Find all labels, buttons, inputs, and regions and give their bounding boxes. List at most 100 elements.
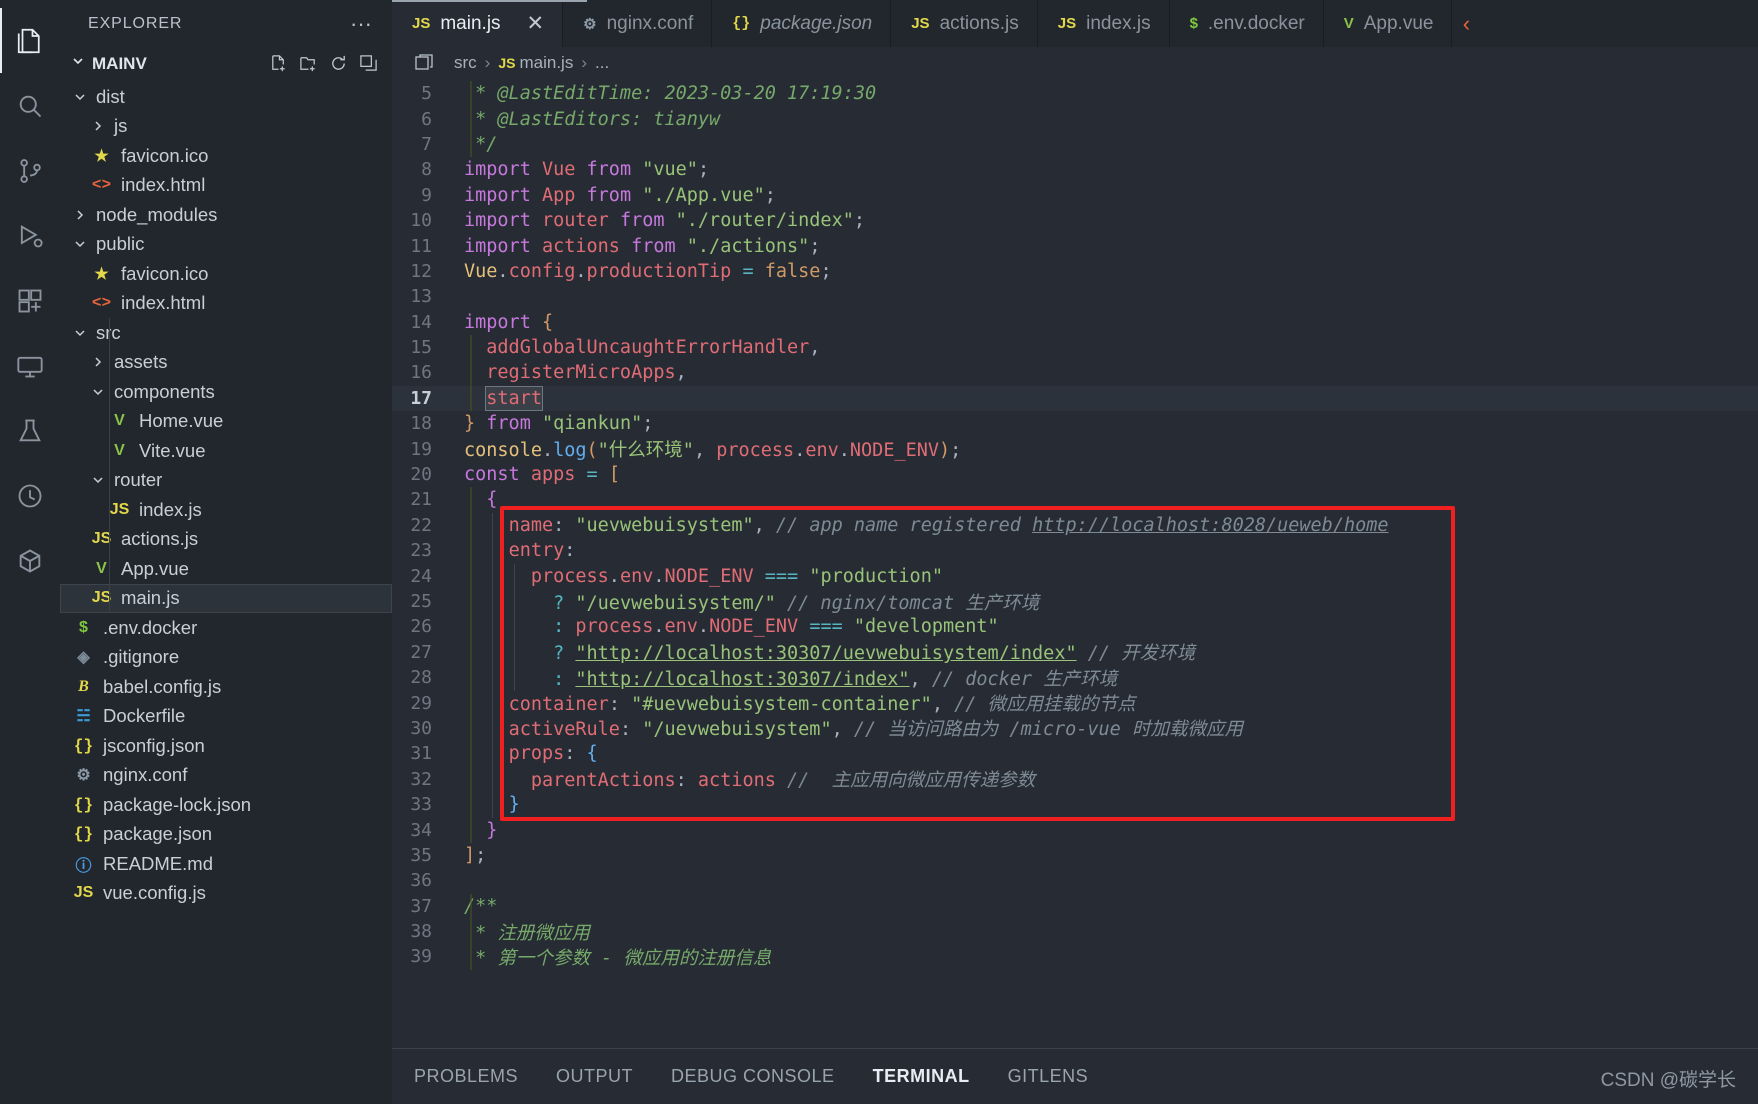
tree-item-favicon-ico[interactable]: ★ favicon.ico (60, 259, 392, 289)
breadcrumb-item-file[interactable]: main.js (519, 53, 573, 73)
panel-tab-debug-console[interactable]: DEBUG CONSOLE (671, 1066, 835, 1087)
code-line-31: 31 props: { (392, 741, 1758, 766)
file-tree: dist js ★ favicon.ico <> index.html node_modul… (60, 80, 392, 1104)
tree-item-public[interactable]: public (60, 230, 392, 260)
tab-package-json[interactable]: {} package.json (712, 0, 892, 47)
close-icon[interactable]: ✕ (527, 13, 545, 34)
activity-explorer-button[interactable] (0, 8, 60, 73)
tree-item-jsconfig-json[interactable]: {} jsconfig.json (60, 731, 392, 761)
line-content: props: { (508, 743, 598, 765)
code-lines: 5 * @LastEditTime: 2023-03-20 17:19:30 6 … (392, 78, 1758, 970)
chevron-right-icon[interactable] (88, 118, 108, 134)
dollar-file-icon: $ (79, 618, 88, 636)
line-number: 35 (410, 844, 432, 866)
chevron-down-icon[interactable] (70, 325, 90, 341)
workspace-root-row[interactable]: MAINV (60, 47, 392, 80)
tree-item-vue-config-js[interactable]: JS vue.config.js (60, 879, 392, 909)
code-line-39: 39 * 第一个参数 - 微应用的注册信息 (392, 944, 1758, 969)
activity-dependency-button[interactable] (0, 463, 60, 528)
chevron-right-icon[interactable] (70, 207, 90, 223)
gear-file-icon: ⚙ (583, 15, 597, 33)
chevron-down-icon[interactable] (88, 472, 108, 488)
json-file-icon: {} (732, 15, 751, 32)
tree-item-dist[interactable]: dist (60, 82, 392, 112)
tree-item-nginx-conf[interactable]: ⚙ nginx.conf (60, 761, 392, 791)
breadcrumb-item-symbol[interactable]: ... (595, 53, 609, 73)
vue-file-icon: V (114, 441, 125, 459)
line-number: 22 (410, 514, 432, 536)
code-editor[interactable]: 5 * @LastEditTime: 2023-03-20 17:19:30 6 … (392, 78, 1758, 1048)
chevron-right-icon[interactable] (88, 354, 108, 370)
panel-tab-problems[interactable]: PROBLEMS (414, 1066, 518, 1087)
code-line-19: 19 console.log("什么环境", process.env.NODE_E… (392, 436, 1758, 462)
editor-column: JS main.js ✕ ⚙ nginx.conf{} package.json JS act… (392, 0, 1758, 1104)
workspace-root-label: MAINV (92, 53, 147, 73)
panel-tab-terminal[interactable]: TERMINAL (873, 1066, 970, 1087)
activity-search-button[interactable] (0, 73, 60, 138)
code-line-16: 16 registerMicroApps, (392, 360, 1758, 385)
babel-file-icon: B (78, 677, 89, 695)
chevron-down-icon[interactable] (70, 236, 90, 252)
star-file-icon: ★ (94, 265, 109, 283)
chevron-down-icon[interactable] (88, 384, 108, 400)
panel-tab-gitlens[interactable]: GITLENS (1008, 1066, 1089, 1087)
tree-item-index-html[interactable]: <> index.html (60, 289, 392, 319)
breadcrumb-item-src[interactable]: src (454, 53, 477, 73)
js-file-icon: JS (911, 15, 930, 32)
tree-item-label: main.js (121, 587, 180, 609)
sidebar-more-actions-button[interactable]: ··· (350, 12, 372, 34)
tree-item-package-json[interactable]: {} package.json (60, 820, 392, 850)
tab-app-vue[interactable]: V App.vue (1323, 0, 1453, 47)
activity-extensions-button[interactable] (0, 268, 60, 333)
line-content: parentActions: actions // 主应用向微应用传递参数 (530, 770, 1036, 792)
line-content: entry: (508, 540, 576, 562)
tree-item-dockerfile[interactable]: ☵ Dockerfile (60, 702, 392, 732)
tree-item-js[interactable]: js (60, 112, 392, 142)
tree-item-readme-md[interactable]: ⓘ README.md (60, 849, 392, 879)
tree-item-babel-config-js[interactable]: Bbabel.config.js (60, 672, 392, 702)
new-folder-icon[interactable] (299, 54, 318, 73)
line-content: activeRule: "/uevwebuisystem", // 当访问路由为… (508, 719, 1243, 741)
indent-guide (470, 81, 472, 158)
line-number: 37 (410, 895, 432, 917)
code-line-30: 30 activeRule: "/uevwebuisystem", // 当访问… (392, 716, 1758, 741)
line-number: 39 (410, 946, 432, 968)
activity-package-button[interactable] (0, 528, 60, 593)
tab-actions-js[interactable]: JS actions.js (891, 0, 1038, 47)
panel-tab-output[interactable]: OUTPUT (556, 1066, 633, 1087)
tree-item-package-lock-json[interactable]: {} package-lock.json (60, 790, 392, 820)
js-file-icon: JS (91, 530, 112, 548)
js-file-icon: JS (1057, 15, 1077, 32)
vue-file-icon: V (114, 412, 125, 430)
tab--env-docker[interactable]: $ .env.docker (1169, 0, 1324, 47)
collapse-all-icon[interactable] (359, 54, 378, 73)
split-editor-icon[interactable] (414, 53, 434, 73)
new-file-icon[interactable] (269, 54, 288, 73)
line-content: */ (464, 133, 498, 155)
tree-item-favicon-ico[interactable]: ★ favicon.ico (60, 141, 392, 171)
chevron-left-icon[interactable]: ‹ (1452, 0, 1480, 47)
tab-label: index.js (1086, 12, 1151, 34)
tree-item-label: jsconfig.json (103, 734, 205, 756)
tree-item-label: assets (114, 351, 168, 373)
activity-source-control-button[interactable] (0, 138, 60, 203)
tree-item--env-docker[interactable]: $ .env.docker (60, 613, 392, 643)
code-line-24: 24 process.env.NODE_ENV === "production" (392, 563, 1758, 588)
activity-bar (0, 0, 60, 1104)
tree-item-index-html[interactable]: <> index.html (60, 171, 392, 201)
vscode-window: EXPLORER ··· MAINV dist js ★ favicon.ico… (0, 0, 1758, 1104)
vue-file-icon: V (1343, 15, 1354, 32)
activity-testing-button[interactable] (0, 398, 60, 463)
activity-remote-explorer-button[interactable] (0, 333, 60, 398)
refresh-icon[interactable] (329, 54, 348, 73)
indent-guide (492, 512, 493, 818)
chevron-down-icon[interactable] (70, 89, 90, 105)
tab-index-js[interactable]: JS index.js (1037, 0, 1170, 47)
code-line-6: 6 * @LastEditors: tianyw (392, 106, 1758, 131)
tab-nginx-conf[interactable]: ⚙ nginx.conf (563, 0, 713, 47)
tree-item-node-modules[interactable]: node_modules (60, 200, 392, 230)
json-file-icon: {} (73, 825, 94, 844)
tab-main-js[interactable]: JS main.js ✕ (392, 0, 564, 47)
tree-item--gitignore[interactable]: ◈ .gitignore (60, 643, 392, 673)
activity-run-debug-button[interactable] (0, 203, 60, 268)
